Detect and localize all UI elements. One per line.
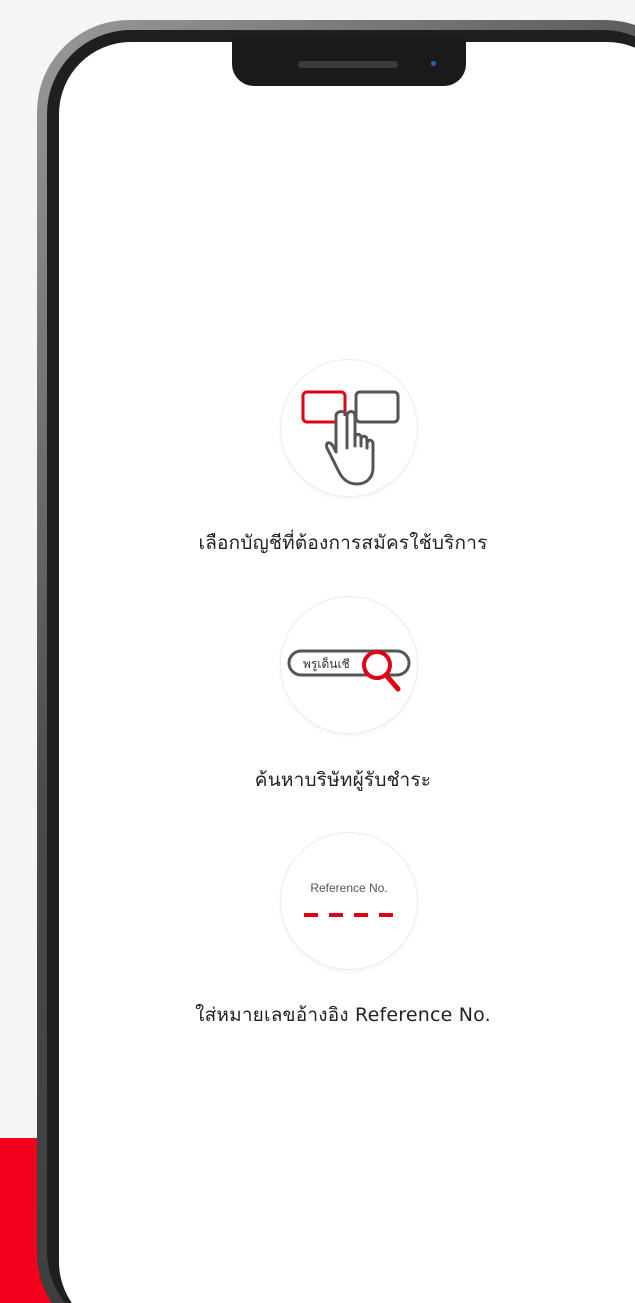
reference-number-icon: Reference No. [281,833,417,969]
front-camera-icon [431,61,436,66]
tap-select-account-icon [281,360,417,496]
step-label-reference-no: ใส่หมายเลขอ้างอิง Reference No. [195,1004,491,1026]
step-label-search-company: ค้นหาบริษัทผู้รับชำระ [254,769,432,791]
search-field-text: พรูเด็นเชี [303,656,350,672]
phone-notch [232,38,466,86]
reference-no-icon-text: Reference No. [310,881,387,895]
step-label-select-account: เลือกบัญชีที่ต้องการสมัครใช้บริการ [198,532,488,554]
page: เลือกบัญชีที่ต้องการสมัครใช้บริการ พรูเด… [0,0,635,1303]
speaker-grille [298,61,398,68]
search-company-icon: พรูเด็นเชี [281,597,417,733]
